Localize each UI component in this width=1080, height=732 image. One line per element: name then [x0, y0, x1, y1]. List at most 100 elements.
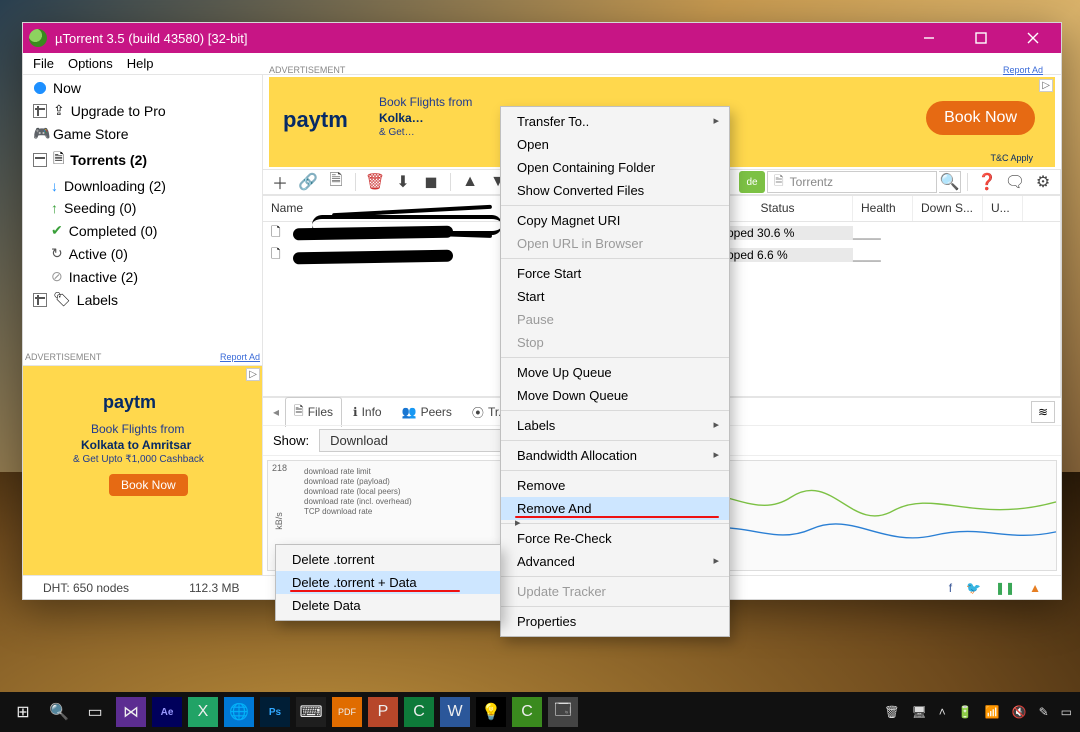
search-icon[interactable]: 🔍 [44, 697, 74, 727]
col-downspeed[interactable]: Down S... [913, 196, 983, 221]
taskbar[interactable]: ⊞ 🔍 ▭ ⋈ Ae X 🌐 Ps ⌨ PDF P C W 💡 C 🗔 🗑 🖥 … [0, 692, 1080, 732]
context-item[interactable]: Move Up Queue [501, 361, 729, 384]
facebook-icon[interactable]: f [949, 581, 952, 595]
context-item[interactable]: Open Containing Folder [501, 156, 729, 179]
sidebar-item-torrents[interactable]: 🗎Torrents (2) [23, 145, 262, 175]
tab-overflow-button[interactable]: ≋ [1031, 401, 1055, 423]
taskbar-app[interactable]: ⋈ [116, 697, 146, 727]
menu-help[interactable]: Help [127, 56, 154, 71]
remove-button[interactable]: 🗑 [362, 171, 388, 193]
preferences-button[interactable]: ⚙ [1030, 171, 1056, 193]
start-button[interactable]: ⊞ [8, 697, 38, 727]
adchoices-icon[interactable]: ▷ [1039, 79, 1053, 92]
search-button[interactable]: 🔍 [939, 171, 961, 193]
menu-file[interactable]: File [33, 56, 54, 71]
taskbar-app[interactable]: C [404, 697, 434, 727]
tab-files[interactable]: 🗎 Files [285, 397, 342, 427]
maximize-button[interactable] [959, 24, 1003, 52]
col-health[interactable]: Health [853, 196, 913, 221]
rss-button[interactable]: ❓ [974, 171, 1000, 193]
context-item[interactable]: Open [501, 133, 729, 156]
context-item[interactable]: Copy Magnet URI [501, 209, 729, 232]
file-icon: 🗎 [774, 172, 784, 193]
context-menu-remove-and[interactable]: Delete .torrentDelete .torrent + DataDel… [275, 544, 501, 621]
tray-wifi-icon[interactable]: 📶 [985, 705, 1000, 719]
tray-battery-icon[interactable]: 🔋 [958, 705, 973, 719]
add-torrent-button[interactable]: ＋ [267, 171, 293, 193]
sidebar-item-upgrade[interactable]: ⇪Upgrade to Pro [23, 99, 262, 122]
taskbar-app[interactable]: 🌐 [224, 697, 254, 727]
sidebar-ad[interactable]: ADVERTISEMENT Report Ad ▷ paytm Book Fli… [23, 365, 262, 575]
menubar: File Options Help [23, 53, 1061, 75]
move-up-button[interactable]: ▲ [457, 171, 483, 193]
sidebar-item-inactive[interactable]: ⊘Inactive (2) [23, 265, 262, 288]
tray-chevron-up-icon[interactable]: ˄ [939, 705, 946, 719]
sidebar-item-now[interactable]: Now [23, 77, 262, 99]
taskbar-app[interactable]: 🗔 [548, 697, 578, 727]
taskbar-app[interactable]: 💡 [476, 697, 506, 727]
context-item[interactable]: Labels [501, 414, 729, 437]
context-item[interactable]: Show Converted Files [501, 179, 729, 202]
sidebar-item-downloading[interactable]: ↓Downloading (2) [23, 175, 262, 197]
add-url-button[interactable]: 🔗 [295, 171, 321, 193]
col-upspeed[interactable]: U... [983, 196, 1023, 221]
context-item[interactable]: Bandwidth Allocation [501, 444, 729, 467]
close-button[interactable] [1011, 24, 1055, 52]
taskview-icon[interactable]: ▭ [80, 697, 110, 727]
tray-volume-icon[interactable]: 🔇 [1012, 705, 1027, 719]
sidebar-item-active[interactable]: ↻Active (0) [23, 242, 262, 265]
taskbar-app[interactable]: X [188, 697, 218, 727]
tab-peers[interactable]: 👥 Peers [393, 400, 461, 423]
report-ad-link[interactable]: Report Ad [1003, 65, 1043, 75]
context-item[interactable]: Start [501, 285, 729, 308]
context-item[interactable]: Delete .torrent + Data [276, 571, 500, 594]
titlebar[interactable]: µTorrent 3.5 (build 43580) [32-bit] [23, 23, 1061, 53]
taskbar-app[interactable]: ⌨ [296, 697, 326, 727]
minimize-button[interactable] [907, 24, 951, 52]
create-torrent-button[interactable]: 🗎 [323, 171, 349, 193]
context-item[interactable]: Force Start [501, 262, 729, 285]
taskbar-app[interactable]: P [368, 697, 398, 727]
taskbar-app[interactable]: Ae [152, 697, 182, 727]
hide-ad-button[interactable]: de [739, 171, 765, 193]
context-item[interactable]: Remove And [501, 497, 729, 520]
context-menu-main[interactable]: Transfer To..OpenOpen Containing FolderS… [500, 106, 730, 637]
menu-options[interactable]: Options [68, 56, 113, 71]
start-button[interactable]: ⬇ [390, 171, 416, 193]
tray-notifications-icon[interactable]: ▭ [1061, 705, 1072, 719]
sidebar-item-labels[interactable]: 🏷Labels [23, 288, 262, 311]
tray-pen-icon[interactable]: ✎ [1039, 705, 1049, 719]
stop-button[interactable]: ◼ [418, 171, 444, 193]
taskbar-app[interactable]: Ps [260, 697, 290, 727]
show-label: Show: [273, 433, 309, 448]
sidebar-item-gamestore[interactable]: 🎮Game Store [23, 122, 262, 145]
taskbar-app[interactable]: W [440, 697, 470, 727]
redacted-name [293, 249, 453, 264]
context-item[interactable]: Remove [501, 474, 729, 497]
context-item[interactable]: Move Down Queue [501, 384, 729, 407]
ad-book-now-button[interactable]: Book Now [109, 474, 188, 496]
context-item[interactable]: Advanced [501, 550, 729, 573]
search-input[interactable]: 🗎Torrentz [767, 171, 937, 193]
window-title: µTorrent 3.5 (build 43580) [32-bit] [55, 31, 248, 46]
taskbar-app[interactable]: C [512, 697, 542, 727]
adchoices-icon[interactable]: ▷ [246, 368, 260, 381]
context-item[interactable]: Delete .torrent [276, 548, 500, 571]
sidebar-item-seeding[interactable]: ↑Seeding (0) [23, 197, 262, 219]
report-ad-link[interactable]: Report Ad [220, 352, 260, 362]
sidebar-tree[interactable]: Now ⇪Upgrade to Pro 🎮Game Store 🗎Torrent… [23, 75, 262, 365]
ad-book-now-button[interactable]: Book Now [926, 101, 1035, 135]
remote-button[interactable]: 🗨 [1002, 171, 1028, 193]
sidebar-item-completed[interactable]: ✔Completed (0) [23, 219, 262, 242]
taskbar-app[interactable]: PDF [332, 697, 362, 727]
tab-info[interactable]: ℹ Info [344, 400, 391, 423]
twitter-icon[interactable]: 🐦 [966, 581, 981, 595]
warning-icon[interactable]: ▲ [1029, 581, 1041, 595]
context-item[interactable]: Properties [501, 610, 729, 633]
recycle-bin-icon[interactable]: 🗑 [884, 705, 899, 719]
context-item[interactable]: Delete Data [276, 594, 500, 617]
context-item[interactable]: Force Re-Check [501, 527, 729, 550]
tray-monitor-icon[interactable]: 🖥 [911, 705, 926, 719]
android-icon[interactable]: ❚❚ [995, 581, 1015, 595]
context-item[interactable]: Transfer To.. [501, 110, 729, 133]
